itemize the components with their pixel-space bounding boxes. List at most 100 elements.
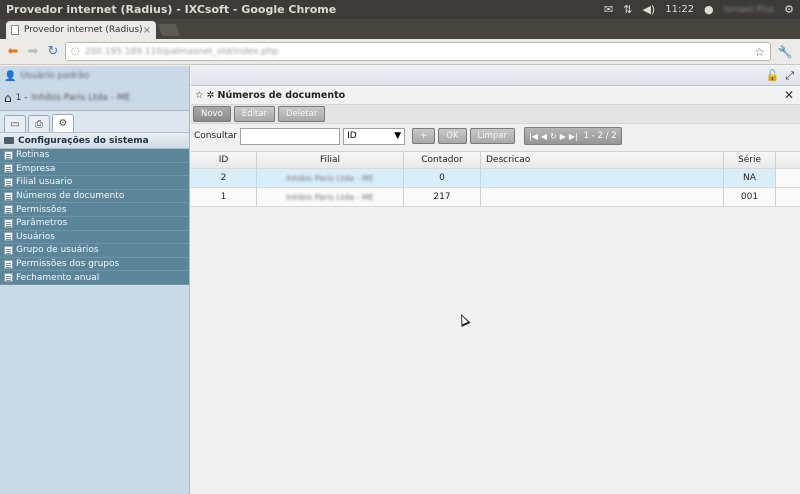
web-page: 👤 Usuário padrão ⌂ 1 - Inhibis Paris Ltd… <box>0 66 800 494</box>
close-icon[interactable]: ✕ <box>784 88 800 102</box>
sidebar: 👤 Usuário padrão ⌂ 1 - Inhibis Paris Ltd… <box>0 66 190 494</box>
sidebar-item-grupo-usuarios[interactable]: Grupo de usuários <box>0 244 189 258</box>
sidebar-item-permissoes-grupos[interactable]: Permissões dos grupos <box>0 258 189 272</box>
user-label: Usuário padrão <box>20 71 90 81</box>
page-icon <box>11 25 19 35</box>
close-tab-icon[interactable]: × <box>143 25 151 36</box>
sidebar-item-label: Fechamento anual <box>16 272 100 283</box>
os-top-bar: Provedor internet (Radius) - IXCsoft - G… <box>0 0 800 19</box>
mail-icon[interactable]: ✉ <box>604 3 613 16</box>
data-grid: ID Filial Contador Descricao Série 2 Inh… <box>191 151 800 207</box>
user-icon: 👤 <box>4 70 17 82</box>
table-row[interactable]: 1 Inhibis Paris Ltda - ME 217 001 <box>191 188 800 207</box>
home-icon[interactable]: ⌂ <box>4 91 12 105</box>
reload-icon[interactable]: ↻ <box>45 44 61 60</box>
dropdown-arrow-icon: ▼ <box>394 131 402 141</box>
sidebar-item-permissoes[interactable]: Permissões <box>0 203 189 217</box>
filter-row: Consultar ID ▼ + OK Limpar |◀ ◀ ↻ ▶ ▶| 1… <box>191 124 800 148</box>
document-icon <box>4 273 13 283</box>
address-bar[interactable]: ◌ 200.195.189.110/palmasnet_old/index.ph… <box>65 42 771 61</box>
search-input[interactable] <box>240 127 341 145</box>
session-user[interactable]: Ismael Pisa <box>724 5 774 15</box>
cell-descricao <box>481 169 724 187</box>
sidebar-item-label: Grupo de usuários <box>16 245 99 256</box>
power-gear-icon[interactable]: ⚙ <box>784 3 794 16</box>
cell-id: 1 <box>191 188 257 206</box>
back-arrow-icon[interactable]: ⬅ <box>5 44 21 60</box>
sidebar-item-label: Filial usuario <box>16 177 73 188</box>
wrench-icon[interactable]: 🔧 <box>775 45 795 59</box>
gear-icon: ⚙ <box>58 118 68 129</box>
table-row[interactable]: 2 Inhibis Paris Ltda - ME 0 NA <box>191 169 800 188</box>
sidebar-item-label: Usuários <box>16 231 55 242</box>
add-filter-button[interactable]: + <box>412 128 436 144</box>
url-text[interactable]: 200.195.189.110/palmasnet_old/index.php <box>85 47 750 57</box>
sidebar-tabs: ▭ ⎙ ⚙ <box>0 110 189 132</box>
sidebar-item-label: Permissões <box>16 204 67 215</box>
document-icon <box>4 218 13 228</box>
page-info: 1 - 2 / 2 <box>583 131 617 141</box>
section-title: Configurações do sistema <box>18 135 149 146</box>
clear-button[interactable]: Limpar <box>469 128 516 144</box>
favorite-star-icon[interactable]: ☆ <box>195 90 204 101</box>
network-icon[interactable]: ⇅ <box>623 3 632 16</box>
field-select[interactable]: ID ▼ <box>343 127 406 145</box>
fullscreen-icon[interactable]: ⤢ <box>785 69 794 83</box>
main-topbar: 🔓 ⤢ <box>191 66 800 86</box>
next-page-icon[interactable]: ▶ <box>560 132 566 141</box>
sidebar-item-parametros[interactable]: Parâmetros <box>0 217 189 231</box>
refresh-page-icon[interactable]: ↻ <box>550 132 557 141</box>
sidebar-item-empresa[interactable]: Empresa <box>0 163 189 177</box>
browser-tab[interactable]: Provedor internet (Radius) × <box>6 21 156 39</box>
cell-spacer <box>776 188 800 206</box>
cell-serie: NA <box>724 169 776 187</box>
forward-arrow-icon[interactable]: ➡ <box>25 44 41 60</box>
tab-settings[interactable]: ⚙ <box>52 114 74 132</box>
sidebar-item-rotinas[interactable]: Rotinas <box>0 149 189 163</box>
last-page-icon[interactable]: ▶| <box>569 132 578 141</box>
ok-button[interactable]: OK <box>438 128 467 144</box>
browser-toolbar: ⬅ ➡ ↻ ◌ 200.195.189.110/palmasnet_old/in… <box>0 39 800 65</box>
sidebar-item-label: Rotinas <box>16 150 50 161</box>
sidebar-item-numeros-documento[interactable]: Números de documento <box>0 190 189 204</box>
deletar-button[interactable]: Deletar <box>277 106 326 122</box>
grid-header: ID Filial Contador Descricao Série <box>191 152 800 169</box>
cell-filial: Inhibis Paris Ltda - ME <box>257 188 404 206</box>
company-prefix: 1 - <box>15 93 28 103</box>
novo-button[interactable]: Novo <box>193 106 231 122</box>
new-tab-button[interactable] <box>157 24 181 36</box>
config-section-header[interactable]: Configurações do sistema <box>0 132 189 149</box>
prev-page-icon[interactable]: ◀ <box>541 132 547 141</box>
column-header-contador[interactable]: Contador <box>404 152 481 168</box>
column-header-descricao[interactable]: Descricao <box>481 152 724 168</box>
panel-title: Números de documento <box>217 89 346 101</box>
tab-window[interactable]: ▭ <box>4 115 26 132</box>
sidebar-item-fechamento-anual[interactable]: Fechamento anual <box>0 271 189 285</box>
column-header-filial[interactable]: Filial <box>257 152 404 168</box>
bookmark-star-icon[interactable]: ☆ <box>754 45 765 59</box>
first-page-icon[interactable]: |◀ <box>529 132 538 141</box>
tab-print[interactable]: ⎙ <box>28 115 50 132</box>
sidebar-item-filial-usuario[interactable]: Filial usuario <box>0 176 189 190</box>
cell-serie: 001 <box>724 188 776 206</box>
refresh-icon[interactable]: ✲ <box>207 90 215 101</box>
column-header-serie[interactable]: Série <box>724 152 776 168</box>
cell-filial-text: Inhibis Paris Ltda - ME <box>286 192 374 202</box>
sidebar-item-usuarios[interactable]: Usuários <box>0 231 189 245</box>
sidebar-item-label: Permissões dos grupos <box>16 259 120 270</box>
unlock-icon[interactable]: 🔓 <box>765 69 779 82</box>
cell-id: 2 <box>191 169 257 187</box>
user-icon: ● <box>704 3 714 16</box>
cell-descricao <box>481 188 724 206</box>
browser-tab-strip: Provedor internet (Radius) × <box>0 19 800 39</box>
system-tray: ✉ ⇅ ◀) 11:22 ● Ismael Pisa ⚙ <box>604 3 800 16</box>
panel-title-bar: ☆ ✲ Números de documento ✕ <box>191 86 800 104</box>
column-header-id[interactable]: ID <box>191 152 257 168</box>
window-icon: ▭ <box>10 118 20 130</box>
clock[interactable]: 11:22 <box>665 4 694 15</box>
document-icon <box>4 245 13 255</box>
company-row[interactable]: ⌂ 1 - Inhibis Paris Ltda - ME <box>0 86 189 110</box>
company-name: Inhibis Paris Ltda - ME <box>31 93 131 103</box>
editar-button[interactable]: Editar <box>233 106 275 122</box>
volume-icon[interactable]: ◀) <box>642 3 655 16</box>
